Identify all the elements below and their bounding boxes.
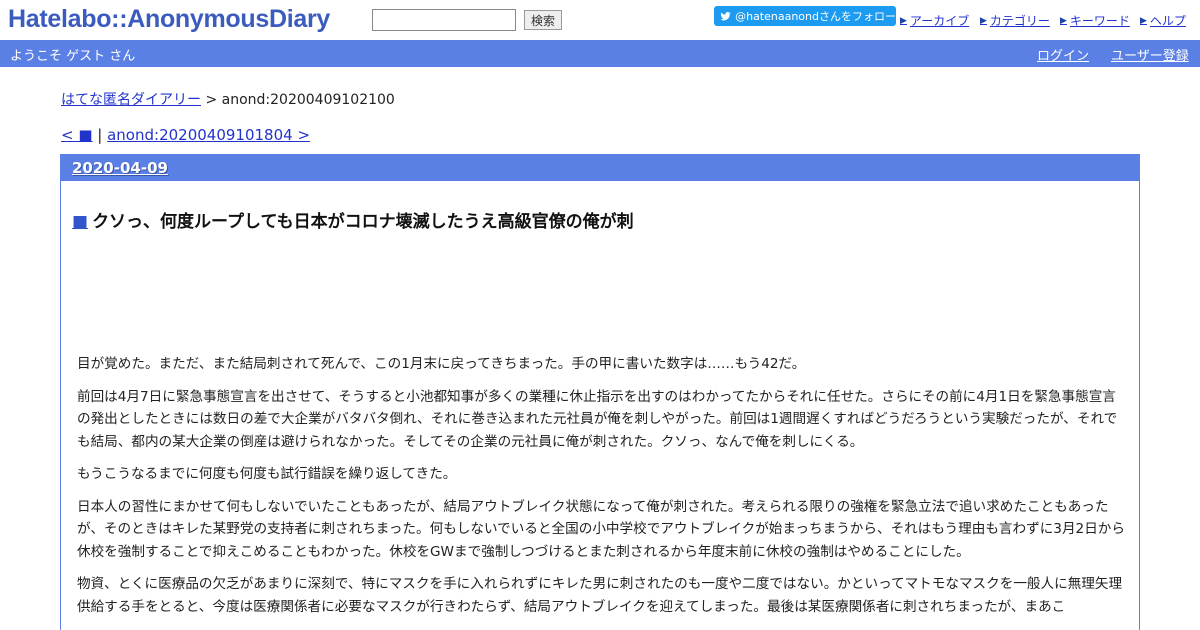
entry-date[interactable]: 2020-04-09 [61,155,1139,181]
entry-paragraph: もうこうなるまでに何度も何度も試行錯誤を繰り返してきた。 [77,466,457,482]
site-logo[interactable]: Hatelabo::AnonymousDiary [8,5,330,34]
breadcrumb: はてな匿名ダイアリー > anond:20200409102100 [61,89,395,109]
login-link[interactable]: ログイン [1037,45,1089,64]
register-link[interactable]: ユーザー登録 [1111,45,1189,64]
welcome-text: ようこそ ゲスト さん [10,49,136,64]
nav-arrow-icon: ▶ [980,15,987,26]
entry-pager: < ■ | anond:20200409101804 > [61,126,310,144]
entry-paragraph: 前回は4月7日に緊急事態宣言を出させて、そうすると小池都知事が多くの業種に休止指… [77,388,1118,450]
entry-title-text: クソっ、何度ループしても日本がコロナ壊滅したうえ高級官僚の俺が刺 [92,212,634,232]
entry-body: 目が覚めた。まただ、また結局刺されて死んで、この1月末に戻ってきちまった。手の甲… [77,353,1129,628]
entry-title: ■ クソっ、何度ループしても日本がコロナ壊滅したうえ高級官僚の俺が刺 [72,207,634,232]
entry-permalink-icon[interactable]: ■ [72,212,88,232]
nav-help[interactable]: ▶ ヘルプ [1140,12,1186,29]
diary-entry: 2020-04-09 ■ クソっ、何度ループしても日本がコロナ壊滅したうえ高級官僚… [60,154,1140,630]
search-button[interactable]: 検索 [524,10,562,30]
breadcrumb-home-link[interactable]: はてな匿名ダイアリー [61,92,201,108]
nav-arrow-icon: ▶ [1140,15,1147,26]
twitter-bird-icon [720,11,731,20]
pager-separator: | [92,126,108,144]
next-entry-link[interactable]: anond:20200409101804 > [107,126,310,144]
breadcrumb-separator: > [201,92,222,108]
nav-arrow-icon: ▶ [1060,15,1067,26]
breadcrumb-current: anond:20200409102100 [221,92,395,108]
search-input[interactable] [372,9,516,31]
welcome-bar: ようこそ ゲスト さん ログイン ユーザー登録 [0,40,1200,67]
entry-paragraph: 日本人の習性にまかせて何もしないでいたこともあったが、結局アウトブレイク状態にな… [77,498,1125,560]
nav-keyword[interactable]: ▶ キーワード [1060,12,1130,29]
top-bar: Hatelabo::AnonymousDiary 検索 @hatenaanond… [0,0,1200,40]
nav-category[interactable]: ▶ カテゴリー [980,12,1050,29]
nav-arrow-icon: ▶ [900,15,907,26]
entry-paragraph: 物資、とくに医療品の欠乏があまりに深刻で、特にマスクを手に入れられずにキレた男に… [77,576,1123,615]
twitter-follow-button[interactable]: @hatenaanondさんをフォロー [714,6,896,26]
nav-archive[interactable]: ▶ アーカイブ [900,12,969,29]
follow-label: @hatenaanondさんをフォロー [735,10,896,23]
prev-entry-link[interactable]: < ■ [61,126,93,144]
entry-paragraph: 目が覚めた。まただ、また結局刺されて死んで、この1月末に戻ってきちまった。手の甲… [77,356,806,372]
